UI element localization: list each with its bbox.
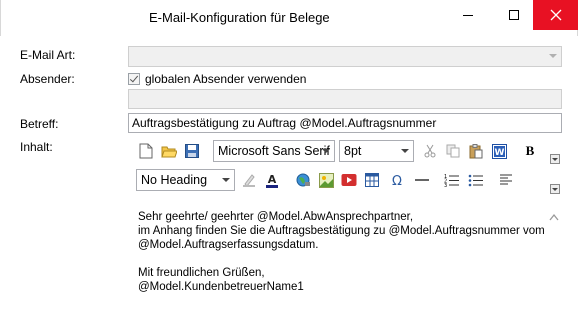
bold-button[interactable]: B xyxy=(520,141,540,161)
new-document-icon xyxy=(139,143,153,159)
scissors-icon xyxy=(424,144,436,158)
betreff-label: Betreff: xyxy=(20,117,59,131)
copy-button[interactable] xyxy=(443,141,463,161)
scroll-up-button[interactable] xyxy=(549,210,559,221)
maximize-icon xyxy=(509,10,519,20)
image-button[interactable] xyxy=(316,170,336,190)
svg-text:A: A xyxy=(268,173,277,186)
absender-label: Absender: xyxy=(20,72,75,86)
betreff-input[interactable]: Auftragsbestätigung zu Auftrag @Model.Au… xyxy=(128,113,562,133)
horizontal-rule-icon xyxy=(415,179,429,181)
align-left-button[interactable] xyxy=(496,170,516,190)
copy-icon xyxy=(446,144,460,158)
paste-icon xyxy=(469,143,483,158)
font-family-value: Microsoft Sans Serif xyxy=(218,144,330,158)
font-color-button[interactable]: A xyxy=(262,170,282,190)
inhalt-label: Inhalt: xyxy=(20,140,53,154)
save-button[interactable] xyxy=(182,141,202,161)
save-icon xyxy=(185,144,199,158)
betreff-value: Auftragsbestätigung zu Auftrag @Model.Au… xyxy=(132,116,437,130)
minimize-icon xyxy=(463,14,473,16)
horizontal-rule-button[interactable] xyxy=(412,170,432,190)
align-left-icon xyxy=(500,174,512,185)
chevron-down-icon xyxy=(549,54,557,58)
heading-select[interactable]: No Heading xyxy=(136,169,235,191)
heading-value: No Heading xyxy=(141,173,208,187)
video-button[interactable] xyxy=(339,170,359,190)
bold-icon: B xyxy=(525,143,535,158)
new-document-button[interactable] xyxy=(136,141,156,161)
open-folder-icon xyxy=(161,146,177,158)
chevron-down-icon xyxy=(218,170,234,190)
editor-line: im Anhang finden Sie die Auftragsbestäti… xyxy=(138,225,545,237)
table-icon xyxy=(365,173,379,187)
numbered-list-button[interactable]: 123 xyxy=(441,170,461,190)
font-family-select[interactable]: Microsoft Sans Serif xyxy=(213,140,335,162)
paste-word-button[interactable]: W xyxy=(489,141,509,161)
editor-line: @Model.KundenbetreuerName1 xyxy=(138,281,304,293)
cut-button[interactable] xyxy=(420,141,440,161)
highlighter-icon xyxy=(243,174,255,187)
content-editor[interactable]: Sehr geehrte/ geehrter @Model.AbwAnsprec… xyxy=(128,200,568,310)
title-bar: E-Mail-Konfiguration für Belege xyxy=(0,0,578,36)
absender-field[interactable] xyxy=(128,89,562,109)
editor-line: @Model.Auftragserfassungsdatum. xyxy=(138,239,319,251)
video-icon xyxy=(341,174,357,186)
omega-icon: Ω xyxy=(392,174,402,187)
editor-line: Sehr geehrte/ geehrter @Model.AbwAnsprec… xyxy=(138,211,414,223)
chevron-up-icon xyxy=(549,213,559,221)
link-button[interactable] xyxy=(293,170,313,190)
toolbar-overflow-2[interactable] xyxy=(550,184,560,194)
chevron-down-icon xyxy=(397,141,413,161)
image-icon xyxy=(318,172,334,188)
close-button[interactable] xyxy=(533,0,578,30)
bullet-list-icon xyxy=(468,174,483,187)
global-sender-checkbox[interactable] xyxy=(128,73,140,85)
maximize-button[interactable] xyxy=(491,0,537,30)
open-button[interactable] xyxy=(159,141,179,161)
font-size-value: 8pt xyxy=(344,144,362,158)
close-icon xyxy=(550,9,562,21)
table-button[interactable] xyxy=(362,170,382,190)
window-title: E-Mail-Konfiguration für Belege xyxy=(149,10,330,25)
svg-text:W: W xyxy=(494,148,504,158)
bullet-list-button[interactable] xyxy=(465,170,485,190)
chevron-down-icon xyxy=(318,141,334,161)
word-icon: W xyxy=(491,143,507,159)
paste-button[interactable] xyxy=(466,141,486,161)
svg-text:Ω: Ω xyxy=(392,174,402,187)
editor-line: Mit freundlichen Grüßen, xyxy=(138,267,265,279)
email-art-select[interactable] xyxy=(128,46,562,67)
highlight-button[interactable] xyxy=(239,170,259,190)
special-character-button[interactable]: Ω xyxy=(387,170,407,190)
global-sender-checkbox-label: globalen Absender verwenden xyxy=(145,72,307,86)
email-art-label: E-Mail Art: xyxy=(20,48,76,62)
font-size-select[interactable]: 8pt xyxy=(339,140,414,162)
minimize-button[interactable] xyxy=(445,0,491,30)
svg-text:3: 3 xyxy=(444,183,447,187)
toolbar-overflow-1[interactable] xyxy=(550,154,560,164)
globe-link-icon xyxy=(296,173,310,186)
font-color-icon: A xyxy=(266,173,278,188)
numbered-list-icon: 123 xyxy=(444,174,459,187)
